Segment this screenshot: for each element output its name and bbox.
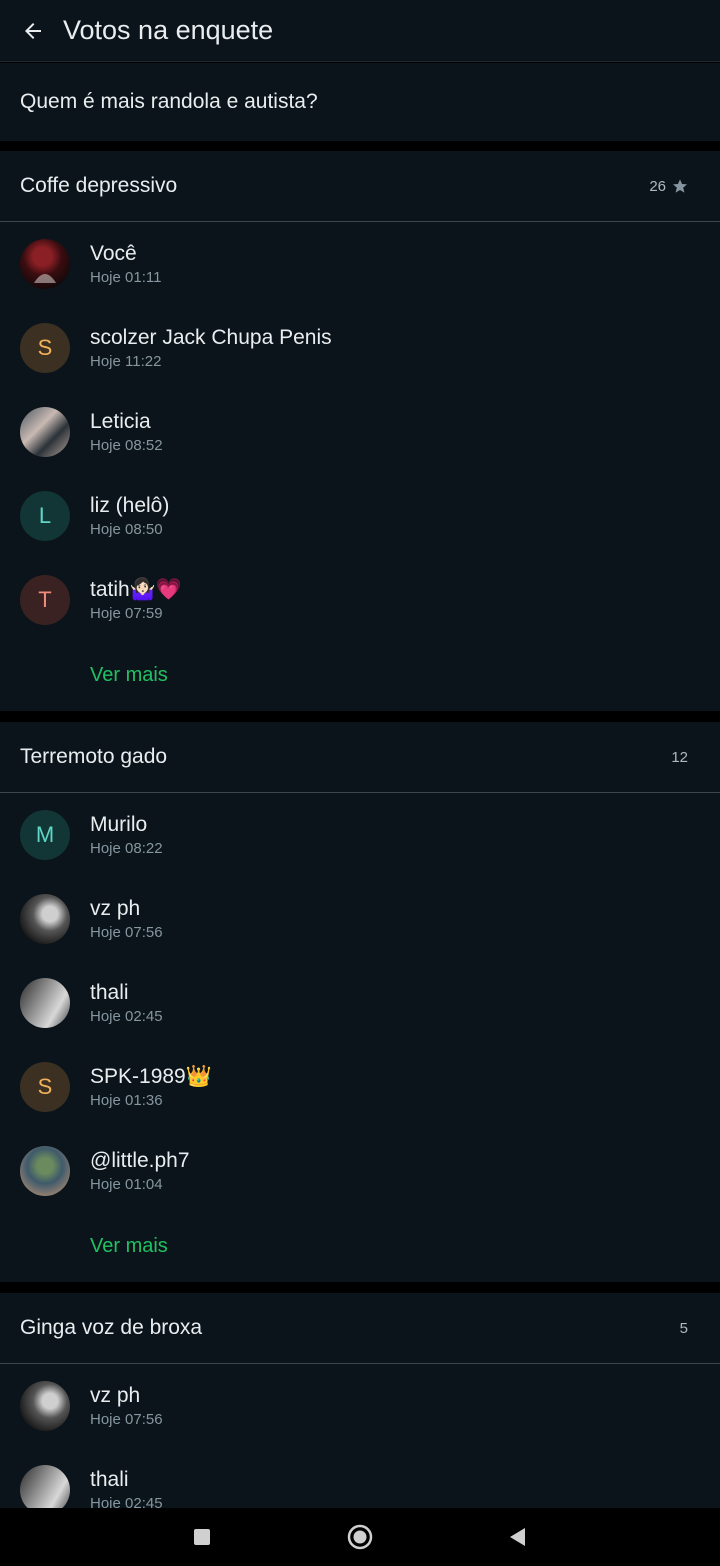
option-header: Terremoto gado 12 (0, 722, 720, 793)
option-header: Coffe depressivo 26 (0, 151, 720, 222)
avatar: L (20, 491, 70, 541)
vote-time: Hoje 01:11 (90, 268, 162, 286)
option-header: Ginga voz de broxa 5 (0, 1293, 720, 1364)
avatar (20, 978, 70, 1028)
voter-row[interactable]: Leticia Hoje 08:52 (0, 390, 720, 474)
voter-name: Murilo (90, 812, 148, 836)
avatar-initial: S (37, 1074, 53, 1099)
vote-time: Hoje 07:59 (90, 604, 163, 622)
voter-row[interactable]: vz ph Hoje 07:56 (0, 1364, 720, 1448)
square-icon (194, 1529, 210, 1545)
voter-name: SPK-1989👑 (90, 1064, 212, 1088)
poll-votes-screen: Votos na enquete Quem é mais randola e a… (0, 0, 720, 1566)
vote-count: 5 (679, 1319, 688, 1337)
avatar-initial: S (37, 335, 53, 360)
voter-row[interactable]: M Murilo Hoje 08:22 (0, 793, 720, 877)
system-nav-bar (0, 1508, 720, 1566)
avatar (20, 1381, 70, 1431)
poll-option-section: Terremoto gado 12 M Murilo Hoje 08:22 vz… (0, 722, 720, 1282)
voter-row[interactable]: vz ph Hoje 07:56 (0, 877, 720, 961)
vote-time: Hoje 02:45 (90, 1007, 163, 1025)
vote-time: Hoje 08:22 (90, 839, 163, 857)
voter-name: Leticia (90, 409, 151, 433)
circle-icon (347, 1524, 373, 1550)
voter-name: vz ph (90, 896, 141, 920)
back-nav-button[interactable] (439, 1508, 597, 1566)
avatar (20, 239, 70, 289)
vote-time: Hoje 02:45 (90, 1494, 163, 1509)
star-icon (673, 179, 687, 193)
option-title: Ginga voz de broxa (20, 1316, 203, 1339)
arrow-left-icon (25, 22, 41, 39)
voter-row[interactable]: Você Hoje 01:11 (0, 222, 720, 306)
voter-row[interactable]: thali Hoje 02:45 (0, 961, 720, 1045)
avatar: S (20, 323, 70, 373)
avatar: S (20, 1062, 70, 1112)
voter-name: thali (90, 980, 129, 1004)
voter-name: vz ph (90, 1383, 141, 1407)
option-title: Terremoto gado (20, 745, 168, 768)
avatar-initial: M (35, 822, 55, 847)
see-more-link[interactable]: Ver mais (0, 642, 720, 708)
home-button[interactable] (281, 1508, 439, 1566)
voter-row[interactable]: S SPK-1989👑 Hoje 01:36 (0, 1045, 720, 1129)
avatar-initial: T (38, 587, 52, 612)
avatar (20, 1465, 70, 1508)
vote-time: Hoje 08:50 (90, 520, 163, 538)
vote-time: Hoje 11:22 (90, 352, 162, 370)
back-button[interactable] (0, 0, 62, 62)
vote-time: Hoje 01:04 (90, 1175, 163, 1193)
avatar (20, 894, 70, 944)
avatar: M (20, 810, 70, 860)
app-bar: Votos na enquete (0, 0, 720, 62)
voter-row[interactable]: L liz (helô) Hoje 08:50 (0, 474, 720, 558)
poll-option-section: Coffe depressivo 26 Você Hoje 01:11 S sc… (0, 151, 720, 711)
voter-row[interactable]: @little.ph7 Hoje 01:04 (0, 1129, 720, 1213)
avatar: T (20, 575, 70, 625)
vote-time: Hoje 01:36 (90, 1091, 163, 1109)
avatar (20, 1146, 70, 1196)
avatar-initial: L (38, 503, 52, 528)
triangle-back-icon (510, 1528, 525, 1546)
vote-time: Hoje 07:56 (90, 1410, 163, 1428)
vote-count-value: 26 (649, 177, 666, 195)
voter-row[interactable]: T tatih🤷🏻‍♀️💗 Hoje 07:59 (0, 558, 720, 642)
option-title: Coffe depressivo (20, 174, 178, 197)
avatar (20, 407, 70, 457)
voter-name: tatih🤷🏻‍♀️💗 (90, 577, 182, 601)
voter-row[interactable]: thali Hoje 02:45 (0, 1448, 720, 1508)
voter-name: scolzer Jack Chupa Penis (90, 325, 332, 349)
voter-name: Você (90, 241, 137, 265)
page-title: Votos na enquete (63, 15, 274, 45)
vote-time: Hoje 07:56 (90, 923, 163, 941)
see-more-link[interactable]: Ver mais (0, 1213, 720, 1279)
vote-count: 26 (649, 178, 688, 195)
vote-time: Hoje 08:52 (90, 436, 163, 454)
voter-name: liz (helô) (90, 493, 170, 517)
voter-row[interactable]: S scolzer Jack Chupa Penis Hoje 11:22 (0, 306, 720, 390)
poll-question: Quem é mais randola e autista? (0, 63, 720, 141)
voter-name: thali (90, 1467, 129, 1491)
recents-button[interactable] (123, 1508, 281, 1566)
poll-option-section: Ginga voz de broxa 5 vz ph Hoje 07:56 th… (0, 1293, 720, 1508)
voter-name: @little.ph7 (90, 1148, 190, 1172)
vote-count: 12 (671, 748, 688, 766)
